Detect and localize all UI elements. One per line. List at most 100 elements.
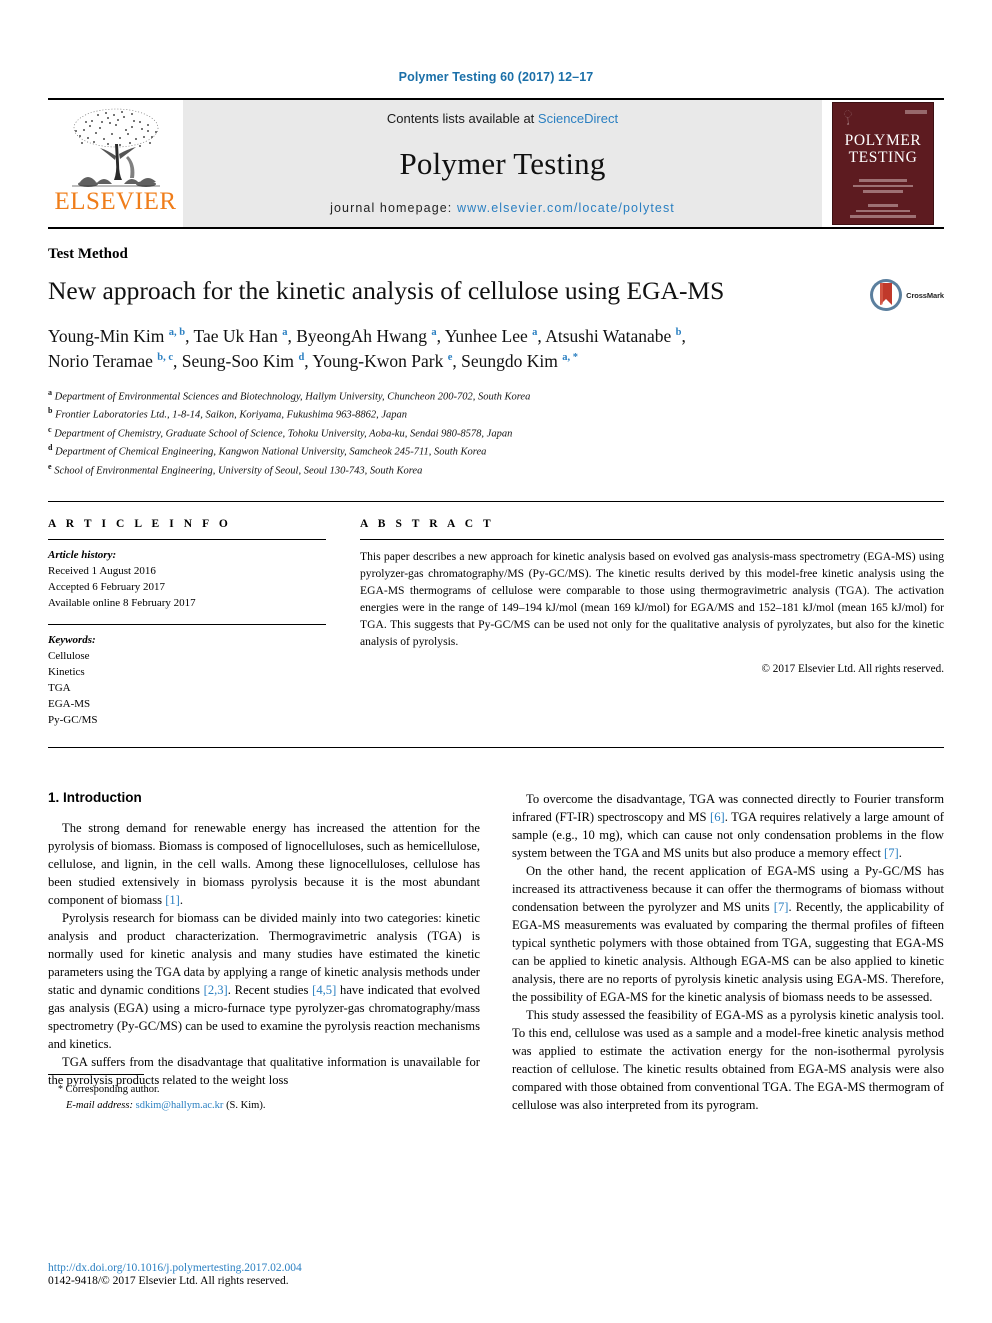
- email-suffix: (S. Kim).: [223, 1099, 266, 1111]
- body-left-column: 1. Introduction The strong demand for re…: [48, 790, 480, 1114]
- keyword-item: EGA-MS: [48, 698, 91, 711]
- cover-title-line1: POLYMER: [844, 132, 922, 149]
- citation-link[interactable]: [1]: [165, 893, 180, 907]
- section-heading-introduction: 1. Introduction: [48, 789, 142, 805]
- article-info-column: A R T I C L E I N F O Article history: R…: [48, 518, 326, 729]
- citation-link[interactable]: [7]: [884, 846, 899, 860]
- issn-copyright: 0142-9418/© 2017 Elsevier Ltd. All right…: [48, 1275, 289, 1287]
- paragraph-text: .: [179, 892, 184, 907]
- author-sep: ,: [452, 351, 462, 372]
- history-item: Accepted 6 February 2017: [48, 581, 165, 594]
- author-entry: ByeongAh Hwang a,: [296, 326, 444, 346]
- doi-link[interactable]: http://dx.doi.org/10.1016/j.polymertesti…: [48, 1262, 480, 1274]
- article-history: Article history: Received 1 August 2016 …: [48, 540, 326, 612]
- paragraph-text: This study assessed the feasibility of E…: [512, 1007, 944, 1112]
- affiliation-list: a Department of Environmental Sciences a…: [48, 387, 944, 479]
- contents-prefix: Contents lists available at: [386, 111, 538, 126]
- footnote-divider: [48, 1074, 144, 1076]
- abstract-column: A B S T R A C T This paper describes a n…: [360, 518, 944, 729]
- keywords-block: Keywords: Cellulose Kinetics TGA EGA-MS …: [48, 625, 326, 729]
- paragraph-text: .: [898, 845, 902, 860]
- crossmark-block[interactable]: CrossMark: [836, 276, 944, 312]
- crossmark-badge[interactable]: CrossMark: [869, 278, 944, 312]
- paragraph: To overcome the disadvantage, TGA was co…: [512, 790, 944, 862]
- masthead-center: Contents lists available at ScienceDirec…: [183, 100, 822, 227]
- email-label: E-mail address:: [66, 1099, 133, 1111]
- keyword-item: Cellulose: [48, 649, 90, 662]
- keyword-item: Kinetics: [48, 665, 85, 678]
- crossmark-label: CrossMark: [906, 290, 944, 300]
- citation-link[interactable]: [6]: [710, 810, 725, 824]
- affiliation-text: Department of Environmental Sciences and…: [54, 391, 531, 403]
- author-sep: ,: [185, 326, 194, 346]
- author-entry: Young-Min Kim a, b,: [48, 326, 194, 346]
- affiliation-mark: c: [48, 424, 52, 434]
- affiliation-mark: a: [48, 387, 52, 397]
- title-row: New approach for the kinetic analysis of…: [48, 276, 944, 312]
- email-link[interactable]: sdkim@hallym.ac.kr: [136, 1100, 224, 1111]
- footnote-text: Corresponding author.: [63, 1084, 160, 1096]
- keywords-label: Keywords:: [48, 633, 96, 646]
- contents-available-line: Contents lists available at ScienceDirec…: [387, 111, 618, 126]
- journal-masthead: ELSEVIER Contents lists available at Sci…: [48, 98, 944, 229]
- author-affil-mark[interactable]: a, *: [562, 353, 578, 364]
- author-name: Tae Uk Han: [193, 326, 278, 346]
- citation-link[interactable]: [4,5]: [312, 983, 336, 997]
- elsevier-tree-icon: [71, 108, 160, 187]
- cover-title-line2: TESTING: [848, 148, 918, 166]
- article-page: Polymer Testing 60 (2017) 12–17 ELSEVIER…: [0, 0, 992, 1323]
- author-entry: Atsushi Watanabe b,: [545, 326, 686, 346]
- citation-link[interactable]: [7]: [774, 900, 789, 914]
- author-name: Young-Kwon Park: [312, 351, 444, 372]
- sciencedirect-link[interactable]: ScienceDirect: [538, 111, 618, 126]
- keyword-item: TGA: [48, 682, 71, 695]
- affiliation-mark: e: [48, 461, 52, 471]
- paragraph: On the other hand, the recent applicatio…: [512, 862, 944, 1006]
- homepage-prefix: journal homepage:: [330, 201, 457, 215]
- journal-title: Polymer Testing: [399, 145, 606, 181]
- abstract-copyright: © 2017 Elsevier Ltd. All rights reserved…: [761, 662, 945, 675]
- cover-title: POLYMER TESTING: [833, 132, 933, 166]
- history-item: Available online 8 February 2017: [48, 597, 196, 610]
- affiliation-text: Department of Chemistry, Graduate School…: [54, 428, 513, 440]
- paragraph-text: . Recent studies: [227, 982, 313, 997]
- body-right-column: To overcome the disadvantage, TGA was co…: [512, 790, 944, 1114]
- author-affil-mark[interactable]: a, b: [169, 327, 185, 338]
- affiliation-text: School of Environmental Engineering, Uni…: [54, 465, 423, 477]
- running-head: Polymer Testing 60 (2017) 12–17: [398, 70, 594, 84]
- paragraph: The strong demand for renewable energy h…: [48, 819, 480, 909]
- author-affil-mark[interactable]: b, c: [157, 353, 173, 364]
- citation-link[interactable]: [2,3]: [204, 983, 228, 997]
- cover-text-lines: [845, 179, 921, 224]
- footnote-corresponding: * Corresponding author.: [48, 1082, 480, 1098]
- author-name: Young-Min Kim: [48, 326, 165, 346]
- article-info-heading: A R T I C L E I N F O: [48, 518, 232, 531]
- author-sep: ,: [173, 351, 182, 372]
- affiliation-item: c Department of Chemistry, Graduate Scho…: [48, 424, 944, 442]
- affiliation-item: b Frontier Laboratories Ltd., 1-8-14, Sa…: [48, 405, 944, 423]
- article-history-label: Article history:: [48, 549, 117, 562]
- author-name: Norio Teramae: [48, 351, 153, 372]
- affiliation-item: e School of Environmental Engineering, U…: [48, 461, 944, 479]
- affiliation-mark: b: [48, 406, 53, 416]
- paragraph-text: The strong demand for renewable energy h…: [48, 820, 480, 907]
- author-entry: Seung-Soo Kim d,: [182, 351, 313, 371]
- crossmark-icon[interactable]: [869, 278, 903, 312]
- author-entry: Norio Teramae b, c,: [48, 351, 182, 371]
- journal-homepage-line: journal homepage: www.elsevier.com/locat…: [330, 201, 675, 215]
- paragraph: This study assessed the feasibility of E…: [512, 1006, 944, 1114]
- info-abstract-block: A R T I C L E I N F O Article history: R…: [48, 501, 944, 748]
- author-name: Seungdo Kim: [461, 351, 558, 372]
- journal-homepage-link[interactable]: www.elsevier.com/locate/polytest: [457, 201, 675, 215]
- affiliation-text: Frontier Laboratories Ltd., 1-8-14, Saik…: [55, 409, 408, 421]
- author-sep: ,: [436, 326, 445, 346]
- body-columns: 1. Introduction The strong demand for re…: [48, 790, 944, 1114]
- journal-cover-thumbnail: POLYMER TESTING: [832, 102, 934, 225]
- journal-cover-block: POLYMER TESTING: [822, 100, 944, 227]
- abstract-heading: A B S T R A C T: [360, 518, 495, 531]
- elsevier-wordmark: ELSEVIER: [54, 188, 177, 215]
- paragraph: Pyrolysis research for biomass can be di…: [48, 909, 480, 1053]
- footnote-email: E-mail address: sdkim@hallym.ac.kr (S. K…: [48, 1098, 480, 1114]
- history-item: Received 1 August 2016: [48, 565, 156, 578]
- article-type-label: Test Method: [48, 246, 128, 262]
